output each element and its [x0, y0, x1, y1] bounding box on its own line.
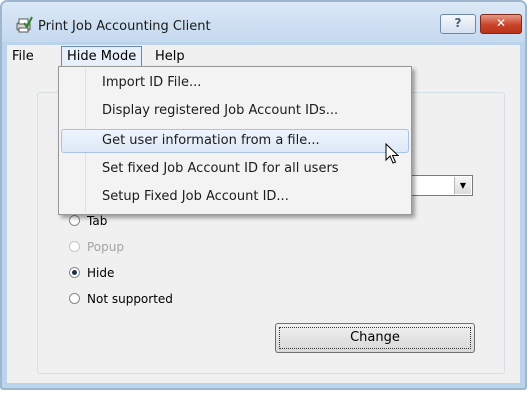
menu-item-display-registered-ids[interactable]: Display registered Job Account IDs...: [61, 99, 409, 123]
radio-not-supported[interactable]: Not supported: [69, 291, 173, 307]
radio-tab[interactable]: Tab: [69, 213, 107, 229]
radio-button-not-supported[interactable]: [69, 293, 80, 304]
radio-button-popup: [69, 241, 80, 252]
mouse-pointer-icon: [385, 143, 399, 164]
radio-label-hide: Hide: [87, 266, 115, 280]
chevron-down-icon[interactable]: ▼: [454, 177, 471, 194]
menu-item-set-fixed-id-all-users[interactable]: Set fixed Job Account ID for all users: [61, 157, 409, 181]
radio-button-tab[interactable]: [69, 215, 80, 226]
menu-item-get-user-info[interactable]: Get user information from a file...: [61, 129, 409, 153]
help-button[interactable]: ?: [440, 14, 476, 34]
title-bar[interactable]: Print Job Accounting Client ? ✕: [2, 2, 525, 42]
radio-popup: Popup: [69, 239, 124, 255]
menu-help[interactable]: Help: [152, 48, 188, 65]
radio-label-not-supported: Not supported: [87, 292, 173, 306]
close-button[interactable]: ✕: [480, 14, 522, 34]
menu-bar: File Hide Mode Help: [7, 45, 520, 67]
hide-mode-dropdown: Import ID File... Display registered Job…: [58, 66, 412, 215]
menu-item-import-id-file[interactable]: Import ID File...: [61, 71, 409, 95]
menu-hide-mode[interactable]: Hide Mode: [61, 46, 143, 67]
radio-label-popup: Popup: [87, 240, 124, 254]
radio-hide[interactable]: Hide: [69, 265, 114, 281]
radio-label-tab: Tab: [87, 214, 108, 228]
printer-check-icon: [16, 16, 33, 33]
window-title: Print Job Accounting Client: [38, 19, 211, 34]
menu-item-setup-fixed-id[interactable]: Setup Fixed Job Account ID...: [61, 185, 409, 209]
menu-file[interactable]: File: [9, 48, 37, 65]
mode-combobox[interactable]: ▼: [407, 175, 473, 196]
change-button[interactable]: Change: [275, 323, 475, 353]
radio-button-hide[interactable]: [69, 267, 80, 278]
